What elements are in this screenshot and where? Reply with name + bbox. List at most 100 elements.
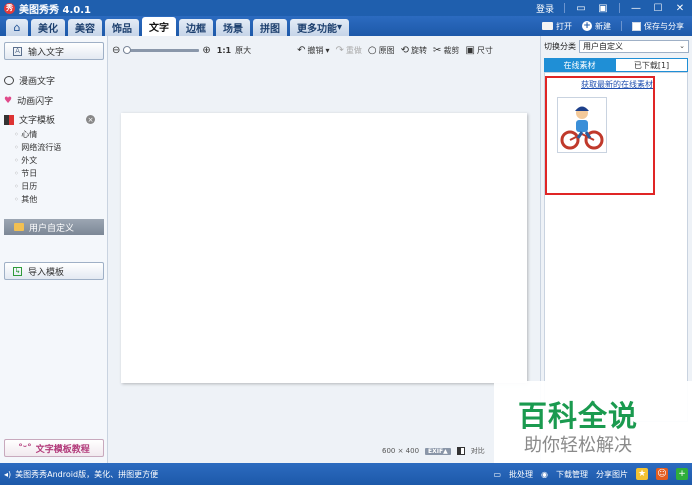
tab-more-label: 更多功能 xyxy=(297,24,337,35)
category-select[interactable]: 用户自定义 ⌄ xyxy=(579,40,689,53)
feedback-icon[interactable]: ▭ xyxy=(575,3,587,14)
watermark-subtitle: 助你轻松解决 xyxy=(524,435,632,456)
promo-text[interactable]: 美图秀秀Android版，美化、拼图更方便 xyxy=(15,469,158,480)
zoom-slider[interactable] xyxy=(123,45,200,54)
redo-button[interactable]: ↷ 重做 xyxy=(336,45,362,56)
category-label: 切换分类 xyxy=(544,42,576,51)
chevron-down-icon: ⌄ xyxy=(679,42,685,50)
undo-label: 撤销 xyxy=(307,45,324,55)
user-custom-label: 用户自定义 xyxy=(29,223,75,234)
animated-text-label: 动画闪字 xyxy=(17,97,54,107)
download-icon: ◉ xyxy=(541,469,548,479)
redo-label: 重做 xyxy=(345,45,362,55)
scissors-icon: ✂ xyxy=(433,44,442,56)
home-icon[interactable]: ⌂ xyxy=(6,19,28,36)
download-manager-button[interactable]: 下载管理 xyxy=(556,469,588,480)
template-item-festival[interactable]: 节日 xyxy=(14,168,37,179)
user-custom-item[interactable]: 用户自定义 xyxy=(4,219,104,235)
star-icon[interactable]: ★ xyxy=(636,468,648,480)
zoom-out-icon[interactable]: ⊖ xyxy=(112,45,120,56)
tab-accessories[interactable]: 饰品 xyxy=(105,19,139,36)
batch-icon: ▭ xyxy=(493,469,502,479)
speaker-icon: ◂) xyxy=(4,469,12,479)
template-item-slang[interactable]: 网络流行语 xyxy=(14,142,61,153)
canvas-dimensions: 600 × 400 xyxy=(382,447,420,455)
input-text-label: 输入文字 xyxy=(28,47,65,58)
plus-icon[interactable]: + xyxy=(676,468,688,480)
compare-label[interactable]: 对比 xyxy=(471,446,485,456)
rotate-label: 旋转 xyxy=(411,45,428,55)
original-image-label: 原图 xyxy=(378,45,395,55)
original-size-button[interactable]: 原大 xyxy=(235,45,251,56)
text-template-header[interactable]: 文字模板 xyxy=(4,113,55,126)
chevron-down-icon: ▾ xyxy=(337,22,343,33)
maximize-button[interactable]: ☐ xyxy=(652,3,664,14)
material-tabs: 在线素材 已下载[1] xyxy=(544,58,688,72)
open-label: 打开 xyxy=(556,21,572,31)
rotate-button[interactable]: ⟲ 旋转 xyxy=(401,45,427,56)
get-online-material-link[interactable]: 获取最新的在线素材 xyxy=(545,79,689,90)
minimize-button[interactable]: — xyxy=(630,3,642,14)
divider xyxy=(621,21,622,31)
divider xyxy=(564,3,565,13)
comic-text-item[interactable]: 漫画文字 xyxy=(4,74,55,87)
import-template-button[interactable]: ↳ 导入模板 xyxy=(4,262,104,280)
import-icon: ↳ xyxy=(13,266,22,276)
plus-icon: + xyxy=(582,21,592,31)
chevron-down-icon: ▾ xyxy=(325,45,330,55)
batch-button[interactable]: 批处理 xyxy=(509,469,533,480)
tab-collage[interactable]: 拼图 xyxy=(253,19,287,36)
size-button[interactable]: ▣ 尺寸 xyxy=(465,45,492,56)
tab-frame[interactable]: 边框 xyxy=(179,19,213,36)
template-icon xyxy=(4,114,14,125)
template-item-other[interactable]: 其他 xyxy=(14,194,37,205)
save-share-button[interactable]: 保存与分享 xyxy=(632,21,684,32)
watermark-title: 百科全说 xyxy=(518,399,639,433)
zoom-in-icon[interactable]: ⊕ xyxy=(202,45,210,56)
tab-downloaded[interactable]: 已下载[1] xyxy=(616,59,687,71)
new-button[interactable]: + 新建 xyxy=(582,21,611,32)
close-button[interactable]: ✕ xyxy=(674,3,686,14)
ratio-1-1-button[interactable]: 1:1 xyxy=(217,46,231,55)
animated-text-item[interactable]: ♥ 动画闪字 xyxy=(4,94,54,108)
text-template-label: 文字模板 xyxy=(19,116,56,126)
share-button[interactable]: 分享图片 xyxy=(596,469,628,480)
open-button[interactable]: 打开 xyxy=(542,21,572,32)
collapse-icon[interactable]: × xyxy=(86,115,95,124)
exif-button[interactable]: EXIF▲ xyxy=(425,447,451,455)
canvas-info: 600 × 400 EXIF▲ 对比 xyxy=(382,446,485,456)
skin-icon[interactable]: ▣ xyxy=(597,3,609,14)
template-item-foreign[interactable]: 外文 xyxy=(14,155,37,166)
folder-icon xyxy=(14,223,24,231)
tab-beauty[interactable]: 美容 xyxy=(68,19,102,36)
original-image-button[interactable]: ○ 原图 xyxy=(368,45,395,56)
template-item-mood[interactable]: 心情 xyxy=(14,129,37,140)
template-item-calendar[interactable]: 日历 xyxy=(14,181,37,192)
tab-scene[interactable]: 场景 xyxy=(216,19,250,36)
material-list: 获取最新的在线素材 xyxy=(544,72,688,422)
zoom-slider-thumb[interactable] xyxy=(123,45,132,54)
heart-icon: ♥ xyxy=(4,95,13,106)
compare-icon[interactable] xyxy=(456,447,465,455)
tab-more[interactable]: 更多功能 ▾ xyxy=(290,19,350,36)
app-face-icon[interactable]: ☺ xyxy=(656,468,668,480)
tab-online-material[interactable]: 在线素材 xyxy=(544,58,615,72)
image-canvas[interactable] xyxy=(121,113,527,383)
input-text-button[interactable]: A 输入文字 xyxy=(4,42,104,60)
login-link[interactable]: 登录 xyxy=(536,2,554,15)
save-label: 保存与分享 xyxy=(644,21,684,31)
title-bar: 秀 美图秀秀 4.0.1 登录 ▭ ▣ — ☐ ✕ xyxy=(0,0,692,16)
status-bar: ◂) 美图秀秀Android版，美化、拼图更方便 ▭ 批处理 ◉ 下载管理 分享… xyxy=(0,463,692,485)
text-template-tutorial-button[interactable]: °ᵕ° 文字模板教程 xyxy=(4,439,104,457)
crop-button[interactable]: ✂ 裁剪 xyxy=(433,45,459,56)
watermark-overlay: 百科全说 助你轻松解决 xyxy=(494,381,692,463)
tab-beautify[interactable]: 美化 xyxy=(31,19,65,36)
divider xyxy=(619,3,620,13)
text-box-icon: A xyxy=(13,46,22,56)
size-label: 尺寸 xyxy=(476,45,493,55)
material-thumbnail[interactable] xyxy=(557,97,607,153)
rotate-icon: ⟲ xyxy=(400,44,410,56)
undo-button[interactable]: ↶ 撤销 ▾ xyxy=(297,45,329,56)
tab-text[interactable]: 文字 xyxy=(142,17,176,36)
tutorial-label: 文字模板教程 xyxy=(35,444,90,455)
